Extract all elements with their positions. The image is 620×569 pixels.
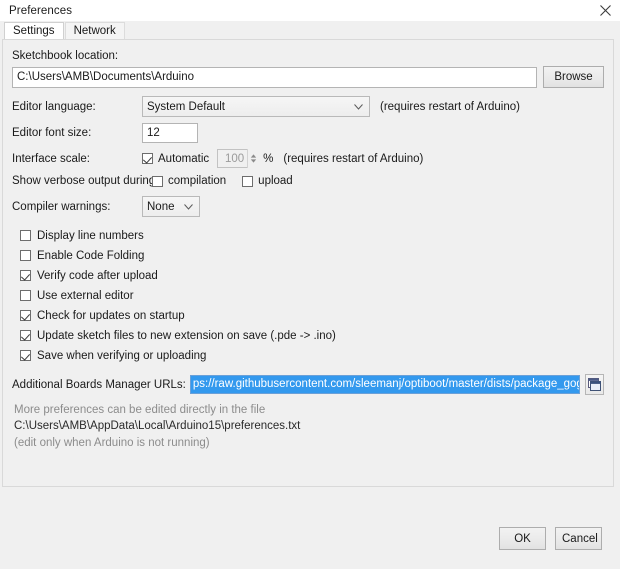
option-label: Verify code after upload [37,269,158,282]
interface-scale-automatic-label: Automatic [158,152,210,165]
chevron-down-icon [184,201,193,213]
option-label: Display line numbers [37,229,144,242]
interface-scale-hint: (requires restart of Arduino) [283,152,424,165]
dialog-footer: OK Cancel [0,489,620,569]
verbose-compilation-checkbox[interactable] [152,175,163,187]
tab-settings-label: Settings [13,25,55,37]
option-label: Use external editor [37,289,134,302]
sketchbook-location-input[interactable] [12,66,538,88]
browse-button[interactable]: Browse [543,66,604,88]
option-label: Enable Code Folding [37,249,145,262]
editor-language-label: Editor language: [12,100,96,113]
tab-strip: Settings Network [0,21,620,39]
option-checkbox-enable-code-folding[interactable] [20,250,31,261]
verbose-upload-checkbox[interactable] [242,175,254,187]
settings-panel: Sketchbook location: Browse Editor langu… [2,39,614,487]
compiler-warnings-label: Compiler warnings: [12,200,111,213]
boards-manager-input[interactable]: ps://raw.githubusercontent.com/sleemanj/… [189,375,580,394]
sketchbook-location-label: Sketchbook location: [12,50,119,62]
verbose-output-label: Show verbose output during: [12,175,159,187]
interface-scale-label: Interface scale: [12,152,90,165]
note-line-1: More preferences can be edited directly … [14,404,266,416]
option-checkbox-save-when-verifying-or-uploading[interactable] [20,350,31,361]
boards-manager-row: Additional Boards Manager URLs: ps://raw… [12,374,604,395]
option-checkbox-check-for-updates-on-startup[interactable] [20,310,31,321]
title-bar: Preferences [0,0,620,21]
interface-scale-percent-symbol: % [263,152,274,165]
verbose-compilation-label: compilation [168,175,227,187]
window-title: Preferences [9,4,73,17]
option-checkbox-update-sketch-files-extension[interactable] [20,330,31,341]
verbose-output-row: Show verbose output during: compilation … [12,175,604,187]
options-list: Display line numbers Enable Code Folding… [12,226,604,365]
window-edit-icon [587,378,601,391]
boards-manager-value: ps://raw.githubusercontent.com/sleemanj/… [190,376,579,393]
list-item[interactable]: Update sketch files to new extension on … [12,326,604,345]
verbose-upload-label: upload [258,175,293,187]
boards-manager-label: Additional Boards Manager URLs: [12,378,186,391]
note-line-3: (edit only when Arduino is not running) [14,437,210,449]
list-item[interactable]: Use external editor [12,286,604,305]
cancel-button[interactable]: Cancel [555,527,602,550]
option-checkbox-display-line-numbers[interactable] [20,230,31,241]
option-checkbox-use-external-editor[interactable] [20,290,31,301]
editor-font-size-label: Editor font size: [12,127,92,139]
close-icon [599,5,611,16]
list-item[interactable]: Display line numbers [12,226,604,245]
interface-scale-percent-value: 100 [224,152,245,165]
interface-scale-automatic-checkbox[interactable] [142,153,153,164]
list-item[interactable]: Check for updates on startup [12,306,604,325]
tab-network[interactable]: Network [64,22,125,39]
list-item[interactable]: Enable Code Folding [12,246,604,265]
list-item[interactable]: Save when verifying or uploading [12,346,604,365]
editor-language-row: Editor language: System Default (require… [12,96,604,117]
tab-settings[interactable]: Settings [4,22,64,39]
stepper-arrows-icon[interactable] [247,149,260,168]
close-button[interactable] [590,0,620,21]
sketchbook-row: Browse [12,66,604,88]
list-item[interactable]: Verify code after upload [12,266,604,285]
compiler-warnings-row: Compiler warnings: None [12,196,604,217]
option-label: Update sketch files to new extension on … [37,329,336,342]
compiler-warnings-value: None [147,200,175,213]
editor-language-hint: (requires restart of Arduino) [380,100,520,113]
option-checkbox-verify-code-after-upload[interactable] [20,270,31,281]
compiler-warnings-select[interactable]: None [142,196,200,217]
note-preferences-path: C:\Users\AMB\AppData\Local\Arduino15\pre… [14,420,301,432]
editor-font-size-input[interactable] [142,123,198,143]
editor-language-select[interactable]: System Default [142,96,370,117]
ok-button[interactable]: OK [499,527,546,550]
chevron-down-icon [354,101,363,113]
option-label: Save when verifying or uploading [37,349,207,362]
preferences-notes: More preferences can be edited directly … [12,402,604,451]
tab-network-label: Network [73,25,116,37]
interface-scale-row: Interface scale: Automatic 100 % (requir… [12,149,604,168]
editor-font-size-row: Editor font size: [12,123,604,143]
boards-manager-edit-button[interactable] [584,374,604,395]
interface-scale-percent-stepper[interactable]: 100 [217,149,260,168]
option-label: Check for updates on startup [37,309,185,322]
editor-language-value: System Default [147,100,225,113]
